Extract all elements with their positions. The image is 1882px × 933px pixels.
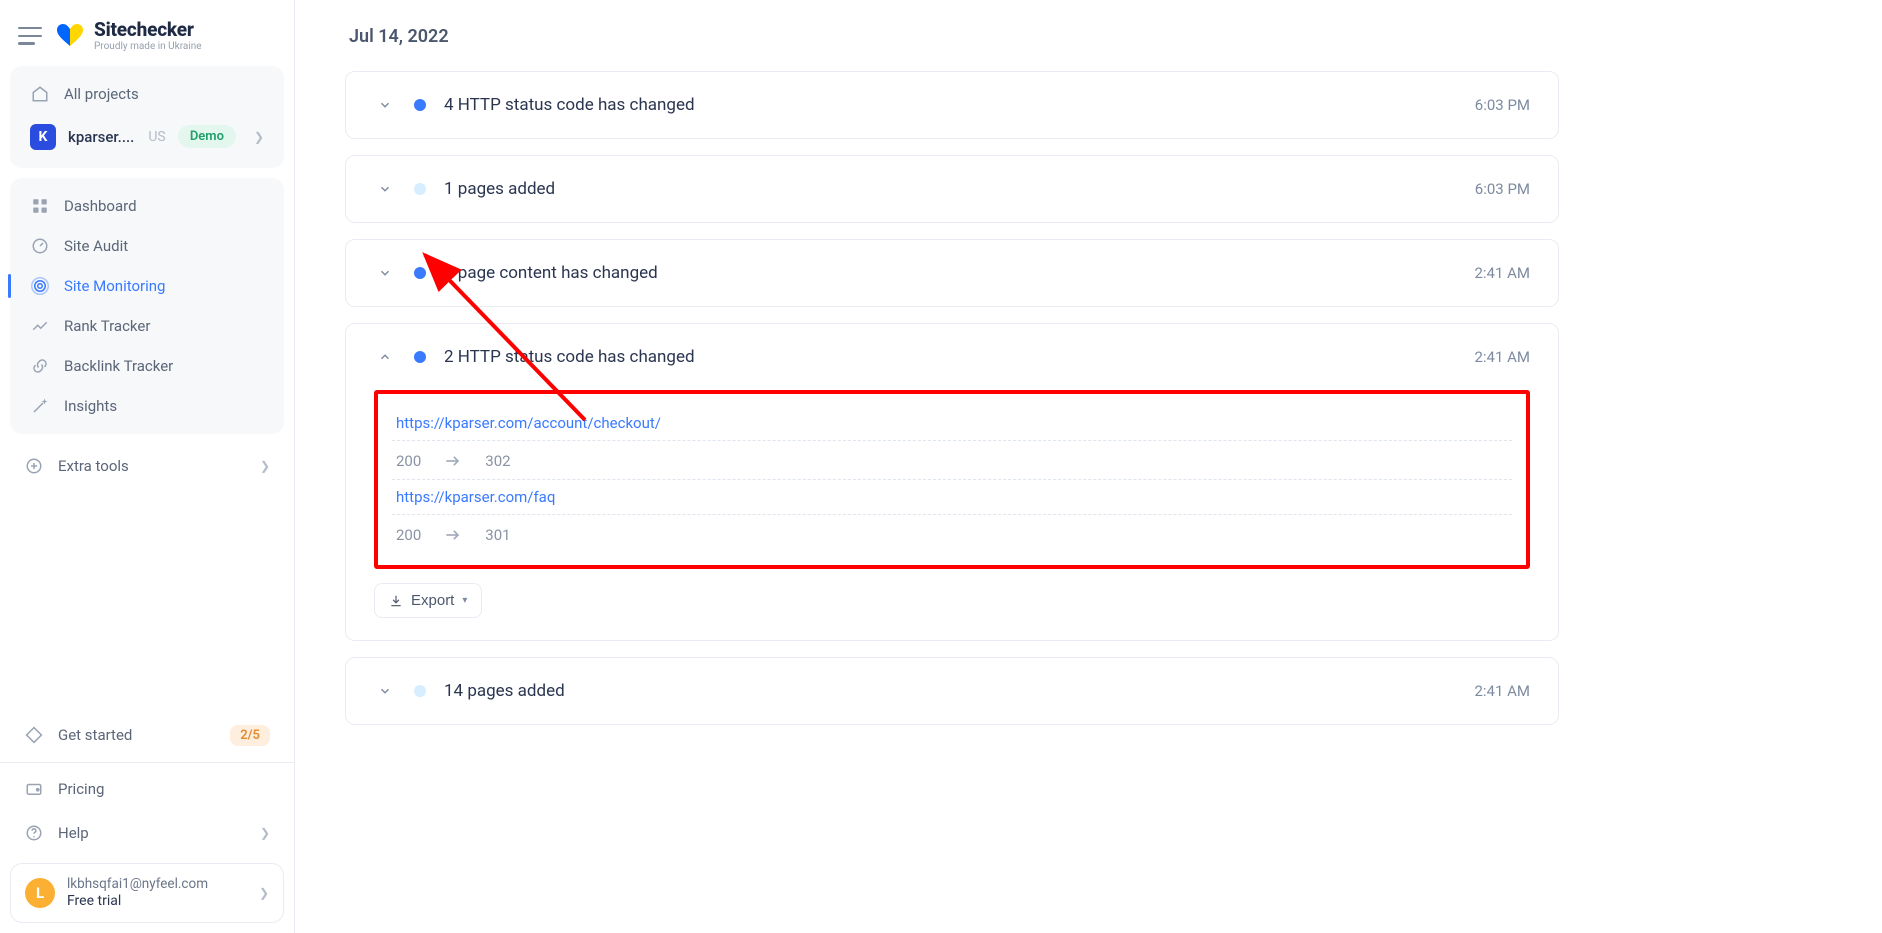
arrow-right-icon xyxy=(443,451,463,471)
status-to: 301 xyxy=(485,526,510,544)
event-title: 4 HTTP status code has changed xyxy=(444,95,695,115)
event-title: 1 pages added xyxy=(444,179,555,199)
heart-icon xyxy=(56,24,84,48)
event-time: 2:41 AM xyxy=(1474,264,1530,282)
home-icon xyxy=(30,84,50,104)
status-dot-icon xyxy=(414,99,426,111)
event-title: 14 pages added xyxy=(444,681,565,701)
caret-down-icon: ▾ xyxy=(462,595,467,606)
event-toggle[interactable]: 14 pages added 2:41 AM xyxy=(346,658,1558,724)
annotation-arrow xyxy=(125,230,605,440)
menu-icon[interactable] xyxy=(18,27,42,45)
export-button[interactable]: Export▾ xyxy=(374,583,482,618)
brand-name: Sitechecker xyxy=(94,20,202,41)
event-card: 14 pages added 2:41 AM xyxy=(345,657,1559,725)
status-from: 200 xyxy=(396,452,421,470)
sidebar-item-label: Pricing xyxy=(58,780,270,798)
plus-circle-icon xyxy=(24,456,44,476)
status-dot-icon xyxy=(414,685,426,697)
status-from: 200 xyxy=(396,526,421,544)
chevron-right-icon: ❯ xyxy=(260,459,270,473)
arrow-right-icon xyxy=(443,525,463,545)
chevron-right-icon: ❯ xyxy=(254,130,264,144)
chevron-down-icon xyxy=(374,94,396,116)
main-content: Jul 14, 2022 4 HTTP status code has chan… xyxy=(295,0,1595,933)
wallet-icon xyxy=(24,779,44,799)
sidebar-item-label: All projects xyxy=(64,85,264,103)
brand-tagline: Proudly made in Ukraine xyxy=(94,41,202,52)
user-menu[interactable]: L lkbhsqfai1@nyfeel.com Free trial ❯ xyxy=(10,863,284,923)
event-time: 6:03 PM xyxy=(1475,180,1530,198)
detail-status-row: 200 301 xyxy=(392,515,1512,553)
link-icon xyxy=(30,356,50,376)
dashboard-icon xyxy=(30,196,50,216)
gauge-icon xyxy=(30,236,50,256)
magic-wand-icon xyxy=(30,396,50,416)
sidebar-item-label: Get started xyxy=(58,726,216,744)
sidebar-item-dashboard[interactable]: Dashboard xyxy=(18,186,276,226)
detail-url-row: https://kparser.com/faq xyxy=(392,480,1512,515)
brand-logo[interactable]: Sitechecker Proudly made in Ukraine xyxy=(56,20,202,52)
chart-line-icon xyxy=(30,316,50,336)
chevron-right-icon: ❯ xyxy=(260,826,270,840)
event-time: 6:03 PM xyxy=(1475,96,1530,114)
feed-date: Jul 14, 2022 xyxy=(349,26,1559,47)
user-email: lkbhsqfai1@nyfeel.com xyxy=(67,876,208,893)
project-country: US xyxy=(148,129,165,145)
brand-row: Sitechecker Proudly made in Ukraine xyxy=(10,10,284,66)
compass-icon xyxy=(24,725,44,745)
sidebar-item-label: Dashboard xyxy=(64,197,264,215)
event-time: 2:41 AM xyxy=(1474,348,1530,366)
project-badge: K xyxy=(30,124,56,150)
detail-status-row: 200 302 xyxy=(392,441,1512,480)
avatar: L xyxy=(25,878,55,908)
sidebar-item-label: Extra tools xyxy=(58,457,246,475)
event-toggle[interactable]: 4 HTTP status code has changed 6:03 PM xyxy=(346,72,1558,138)
sidebar-item-pricing[interactable]: Pricing xyxy=(10,767,284,811)
progress-badge: 2/5 xyxy=(230,725,270,746)
event-card: 1 pages added 6:03 PM xyxy=(345,155,1559,223)
chevron-down-icon xyxy=(374,680,396,702)
monitoring-icon xyxy=(30,276,50,296)
sidebar-item-extra-tools[interactable]: Extra tools ❯ xyxy=(10,444,284,488)
chevron-down-icon xyxy=(374,178,396,200)
user-plan: Free trial xyxy=(67,893,208,911)
event-card: 4 HTTP status code has changed 6:03 PM xyxy=(345,71,1559,139)
sidebar-item-label: Help xyxy=(58,824,246,842)
sidebar-item-get-started[interactable]: Get started 2/5 xyxy=(10,713,284,758)
status-to: 302 xyxy=(485,452,510,470)
event-toggle[interactable]: 1 pages added 6:03 PM xyxy=(346,156,1558,222)
project-domain: kparser.... xyxy=(68,128,134,146)
sidebar-item-help[interactable]: Help ❯ xyxy=(10,811,284,855)
sidebar-item-all-projects[interactable]: All projects xyxy=(18,74,276,114)
sidebar: Sitechecker Proudly made in Ukraine All … xyxy=(0,0,295,933)
detail-url-link[interactable]: https://kparser.com/faq xyxy=(396,488,555,506)
event-time: 2:41 AM xyxy=(1474,682,1530,700)
divider xyxy=(0,762,294,763)
project-selector[interactable]: K kparser.... US Demo ❯ xyxy=(18,114,276,160)
status-dot-icon xyxy=(414,183,426,195)
chevron-right-icon: ❯ xyxy=(259,886,269,900)
download-icon xyxy=(389,594,403,608)
projects-card: All projects K kparser.... US Demo ❯ xyxy=(10,66,284,168)
help-icon xyxy=(24,823,44,843)
project-demo-badge: Demo xyxy=(178,125,236,148)
